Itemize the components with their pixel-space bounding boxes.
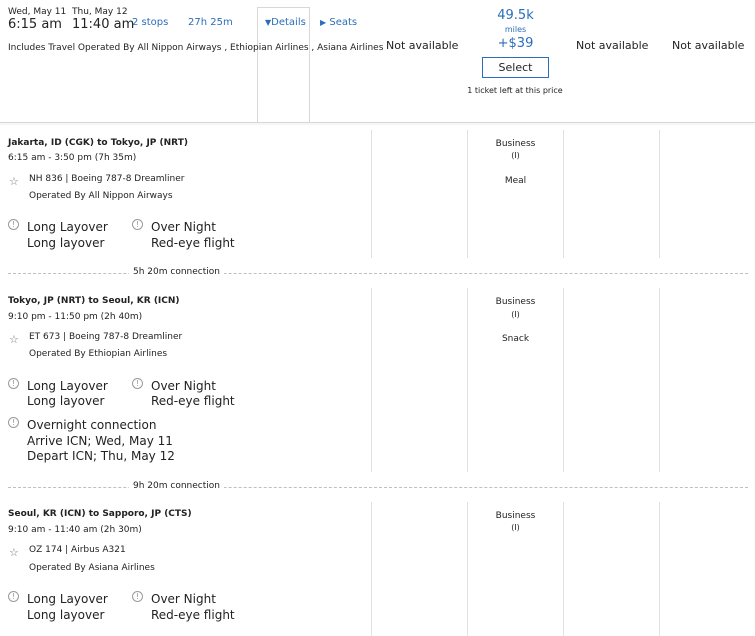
- note-desc: Long layover: [27, 236, 105, 250]
- col-divider: [563, 130, 564, 258]
- note-desc: Long layover: [27, 394, 105, 408]
- seats-link[interactable]: ▶ Seats: [320, 17, 357, 28]
- col-divider: [563, 502, 564, 636]
- cabin-class: Business: [495, 511, 536, 521]
- duration: 27h 25m: [188, 17, 233, 28]
- segment-flight: ET 673 | Boeing 787-8 Dreamliner: [29, 332, 183, 342]
- arrive-time: 11:40 am: [72, 17, 135, 32]
- star-icon: ☆: [9, 175, 19, 188]
- note-title: Over Night: [151, 592, 216, 606]
- segment-route: Tokyo, JP (NRT) to Seoul, KR (ICN): [8, 296, 180, 306]
- tickets-left-note: 1 ticket left at this price: [467, 86, 563, 95]
- cabin-class: Business: [495, 297, 536, 307]
- meal-service: Meal: [504, 176, 527, 186]
- connection-duration: 9h 20m connection: [129, 481, 224, 491]
- info-icon: !: [132, 591, 143, 602]
- segment-route: Seoul, KR (ICN) to Sapporo, JP (CTS): [8, 509, 192, 519]
- segment-flight: NH 836 | Boeing 787-8 Dreamliner: [29, 174, 185, 184]
- segment-operator: Operated By Ethiopian Airlines: [29, 349, 168, 359]
- overnight-title: Overnight connection: [27, 418, 157, 432]
- select-fare-button[interactable]: Select: [482, 57, 549, 78]
- overnight-depart: Depart ICN; Thu, May 12: [27, 449, 175, 463]
- note-desc: Red-eye flight: [151, 394, 235, 408]
- arrive-date: Thu, May 12: [72, 7, 128, 17]
- col-divider: [371, 130, 372, 258]
- info-icon: !: [8, 378, 19, 389]
- segment-operator: Operated By Asiana Airlines: [29, 563, 155, 573]
- info-icon: !: [8, 591, 19, 602]
- segment-operator: Operated By All Nippon Airways: [29, 191, 173, 201]
- col-divider: [563, 288, 564, 472]
- cabin-class: Business: [495, 139, 536, 149]
- note-desc: Red-eye flight: [151, 608, 235, 622]
- connection-duration: 5h 20m connection: [129, 267, 224, 277]
- fare-not-available-3: Not available: [576, 39, 649, 52]
- stops-link[interactable]: 2 stops: [132, 17, 168, 28]
- col-divider: [659, 288, 660, 472]
- note-title: Over Night: [151, 379, 216, 393]
- segment-flight: OZ 174 | Airbus A321: [29, 545, 126, 555]
- meal-service: Snack: [501, 334, 530, 344]
- note-title: Long Layover: [27, 592, 108, 606]
- details-toggle[interactable]: ▼Details: [265, 17, 306, 28]
- info-icon: !: [8, 219, 19, 230]
- fare-not-available-4: Not available: [672, 39, 745, 52]
- seats-label: Seats: [329, 17, 358, 28]
- segment-times: 9:10 am - 11:40 am (2h 30m): [8, 525, 142, 535]
- col-divider: [659, 130, 660, 258]
- segment-times: 9:10 pm - 11:50 pm (2h 40m): [8, 312, 143, 322]
- info-icon: !: [8, 417, 19, 428]
- col-divider: [371, 502, 372, 636]
- connection-divider: [8, 273, 748, 274]
- connection-divider: [8, 487, 748, 488]
- details-label: Details: [271, 17, 306, 28]
- caret-right-icon: ▶: [320, 18, 327, 27]
- fare-miles-unit: miles: [504, 25, 527, 34]
- fare-not-available-1: Not available: [386, 39, 459, 52]
- note-title: Long Layover: [27, 220, 108, 234]
- star-icon: ☆: [9, 333, 19, 346]
- flight-summary: Wed, May 11 6:15 am Thu, May 12 11:40 am…: [0, 0, 755, 122]
- fare-code: (I): [511, 523, 520, 532]
- note-title: Over Night: [151, 220, 216, 234]
- note-title: Long Layover: [27, 379, 108, 393]
- operated-by-note: Includes Travel Operated By All Nippon A…: [8, 43, 384, 53]
- segment-route: Jakarta, ID (CGK) to Tokyo, JP (NRT): [8, 138, 188, 148]
- note-desc: Long layover: [27, 608, 105, 622]
- fare-code: (I): [511, 151, 520, 160]
- depart-time: 6:15 am: [8, 17, 62, 32]
- fare-miles: 49.5k: [497, 8, 534, 23]
- depart-date: Wed, May 11: [8, 7, 67, 17]
- segment-times: 6:15 am - 3:50 pm (7h 35m): [8, 153, 137, 163]
- col-divider: [371, 288, 372, 472]
- summary-divider: [0, 122, 755, 123]
- col-divider: [659, 502, 660, 636]
- fare-code: (I): [511, 310, 520, 319]
- info-icon: !: [132, 378, 143, 389]
- note-desc: Red-eye flight: [151, 236, 235, 250]
- star-icon: ☆: [9, 546, 19, 559]
- col-divider: [467, 130, 468, 258]
- overnight-arrive: Arrive ICN; Wed, May 11: [27, 434, 173, 448]
- info-icon: !: [132, 219, 143, 230]
- fare-tax: +$39: [497, 36, 534, 51]
